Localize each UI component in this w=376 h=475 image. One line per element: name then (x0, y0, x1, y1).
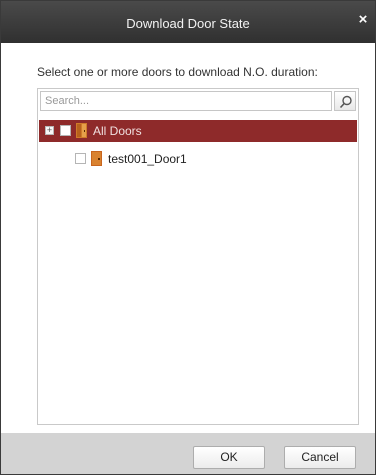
tree-item-label: test001_Door1 (108, 152, 187, 166)
tree-item-test001-door1[interactable]: test001_Door1 (39, 148, 357, 170)
door-group-icon (76, 123, 87, 138)
search-input[interactable] (41, 92, 331, 110)
dialog-titlebar: Download Door State × (1, 1, 375, 43)
search-icon (339, 95, 352, 109)
door-checkbox[interactable] (75, 153, 86, 164)
search-button[interactable] (334, 91, 356, 111)
ok-button[interactable]: OK (193, 446, 265, 469)
door-icon (91, 151, 102, 166)
dialog-title: Download Door State (126, 16, 250, 31)
tree-item-label: All Doors (93, 124, 142, 138)
cancel-button[interactable]: Cancel (284, 446, 356, 469)
dialog-footer: OK Cancel (1, 433, 375, 474)
download-door-state-dialog: Download Door State × Select one or more… (0, 0, 376, 475)
tree-item-all-doors[interactable]: + All Doors (39, 120, 357, 142)
expand-icon[interactable]: + (45, 126, 54, 135)
close-icon[interactable]: × (355, 12, 371, 28)
search-box (40, 91, 332, 111)
instruction-text: Select one or more doors to download N.O… (37, 65, 318, 79)
door-tree-panel: + All Doors test001_Door1 (37, 88, 359, 425)
all-doors-checkbox[interactable] (60, 125, 71, 136)
